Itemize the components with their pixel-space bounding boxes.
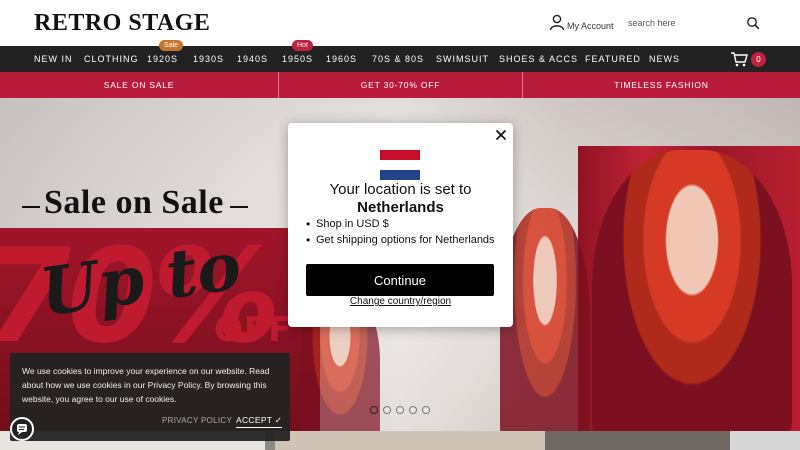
flag-stripe-white xyxy=(380,160,420,170)
cookie-text: We use cookies to improve your experienc… xyxy=(22,366,270,404)
carousel-dot[interactable] xyxy=(370,406,378,414)
netherlands-flag-icon xyxy=(380,150,420,180)
carousel-dot[interactable] xyxy=(422,406,430,414)
user-icon xyxy=(549,14,565,30)
location-modal: Your location is set to Netherlands Shop… xyxy=(288,123,513,327)
hero-title: Sale on Sale xyxy=(22,184,248,221)
nav-item-1960s[interactable]: 1960S xyxy=(326,46,357,72)
carousel-dot[interactable] xyxy=(409,406,417,414)
hero-model-image xyxy=(500,208,590,450)
nav-label: SHOES & ACCS xyxy=(499,54,579,64)
flag-stripe-blue xyxy=(380,170,420,180)
carousel-dot[interactable] xyxy=(383,406,391,414)
nav-item-1940s[interactable]: 1940S xyxy=(237,46,268,72)
promo-timeless[interactable]: TIMELESS FASHION xyxy=(523,72,800,98)
nav-label: 1950S xyxy=(282,54,314,64)
account-link[interactable]: My Account xyxy=(549,14,614,31)
nav-label: 1920S xyxy=(147,54,179,64)
chat-button[interactable] xyxy=(10,417,34,441)
flag-stripe-red xyxy=(380,150,420,160)
site-logo[interactable]: RETRO STAGE xyxy=(34,10,210,37)
nav-label: FEATURED xyxy=(585,54,641,64)
nav-label: 1940S xyxy=(237,54,269,64)
nav-label: CLOTHING xyxy=(84,54,139,64)
nav-item-swimsuit[interactable]: SWIMSUIT xyxy=(436,46,489,72)
sale-badge: Sale xyxy=(159,40,184,51)
cookie-banner: We use cookies to improve your experienc… xyxy=(10,353,290,441)
list-item: Get shipping options for Netherlands xyxy=(306,232,506,248)
main-nav: NEW IN CLOTHING Sale 1920S 1930S 1940S H… xyxy=(0,40,800,72)
privacy-policy-link[interactable]: PRIVACY POLICY xyxy=(162,416,232,425)
chat-icon xyxy=(17,424,27,435)
list-item: Shop in USD $ xyxy=(306,216,506,232)
hot-badge: Hot xyxy=(292,40,313,51)
account-label: My Account xyxy=(567,21,614,31)
nav-item-clothing[interactable]: CLOTHING xyxy=(84,46,139,72)
nav-item-1950s[interactable]: Hot 1950S xyxy=(282,40,314,72)
search-input[interactable] xyxy=(620,12,745,34)
hero-off-text: OFF xyxy=(214,310,293,350)
top-header: RETRO STAGE My Account xyxy=(0,0,800,46)
nav-label: SWIMSUIT xyxy=(436,54,489,64)
nav-item-70s-80s[interactable]: 70S & 80S xyxy=(372,46,424,72)
nav-label: 1930S xyxy=(193,54,225,64)
nav-label: 70S & 80S xyxy=(372,54,425,64)
nav-label: 1960S xyxy=(326,54,358,64)
product-thumbnail[interactable] xyxy=(275,431,545,450)
carousel-dots xyxy=(370,406,430,414)
promo-bar: SALE ON SALE GET 30-70% OFF TIMELESS FAS… xyxy=(0,72,800,98)
nav-item-featured[interactable]: FEATURED xyxy=(585,46,641,72)
change-country-link[interactable]: Change country/region xyxy=(288,296,513,307)
location-heading: Your location is set to xyxy=(329,181,472,198)
cart-icon[interactable] xyxy=(730,51,748,67)
nav-item-shoes-accs[interactable]: SHOES & ACCS xyxy=(499,46,578,72)
carousel-dot[interactable] xyxy=(396,406,404,414)
search-box xyxy=(620,12,766,34)
nav-label: NEW IN xyxy=(34,54,73,64)
hero-model-image xyxy=(592,150,792,450)
nav-item-news[interactable]: NEWS xyxy=(649,46,680,72)
continue-button[interactable]: Continue xyxy=(306,264,494,296)
product-thumbnail[interactable] xyxy=(545,431,730,450)
nav-item-1920s[interactable]: Sale 1920S xyxy=(147,40,184,72)
accept-cookies-button[interactable]: ACCEPT ✓ xyxy=(236,415,283,428)
promo-discount[interactable]: GET 30-70% OFF xyxy=(279,72,523,98)
cart-count-badge[interactable]: 0 xyxy=(751,52,766,67)
location-country: Netherlands xyxy=(357,199,444,216)
nav-item-new-in[interactable]: NEW IN xyxy=(34,46,73,72)
location-info-list: Shop in USD $ Get shipping options for N… xyxy=(306,216,506,248)
product-thumbnail[interactable] xyxy=(730,431,800,450)
search-icon[interactable] xyxy=(746,16,760,30)
nav-label: NEWS xyxy=(649,54,680,64)
nav-item-1930s[interactable]: 1930S xyxy=(193,46,224,72)
promo-sale-on-sale[interactable]: SALE ON SALE xyxy=(0,72,279,98)
close-icon[interactable] xyxy=(495,129,507,141)
